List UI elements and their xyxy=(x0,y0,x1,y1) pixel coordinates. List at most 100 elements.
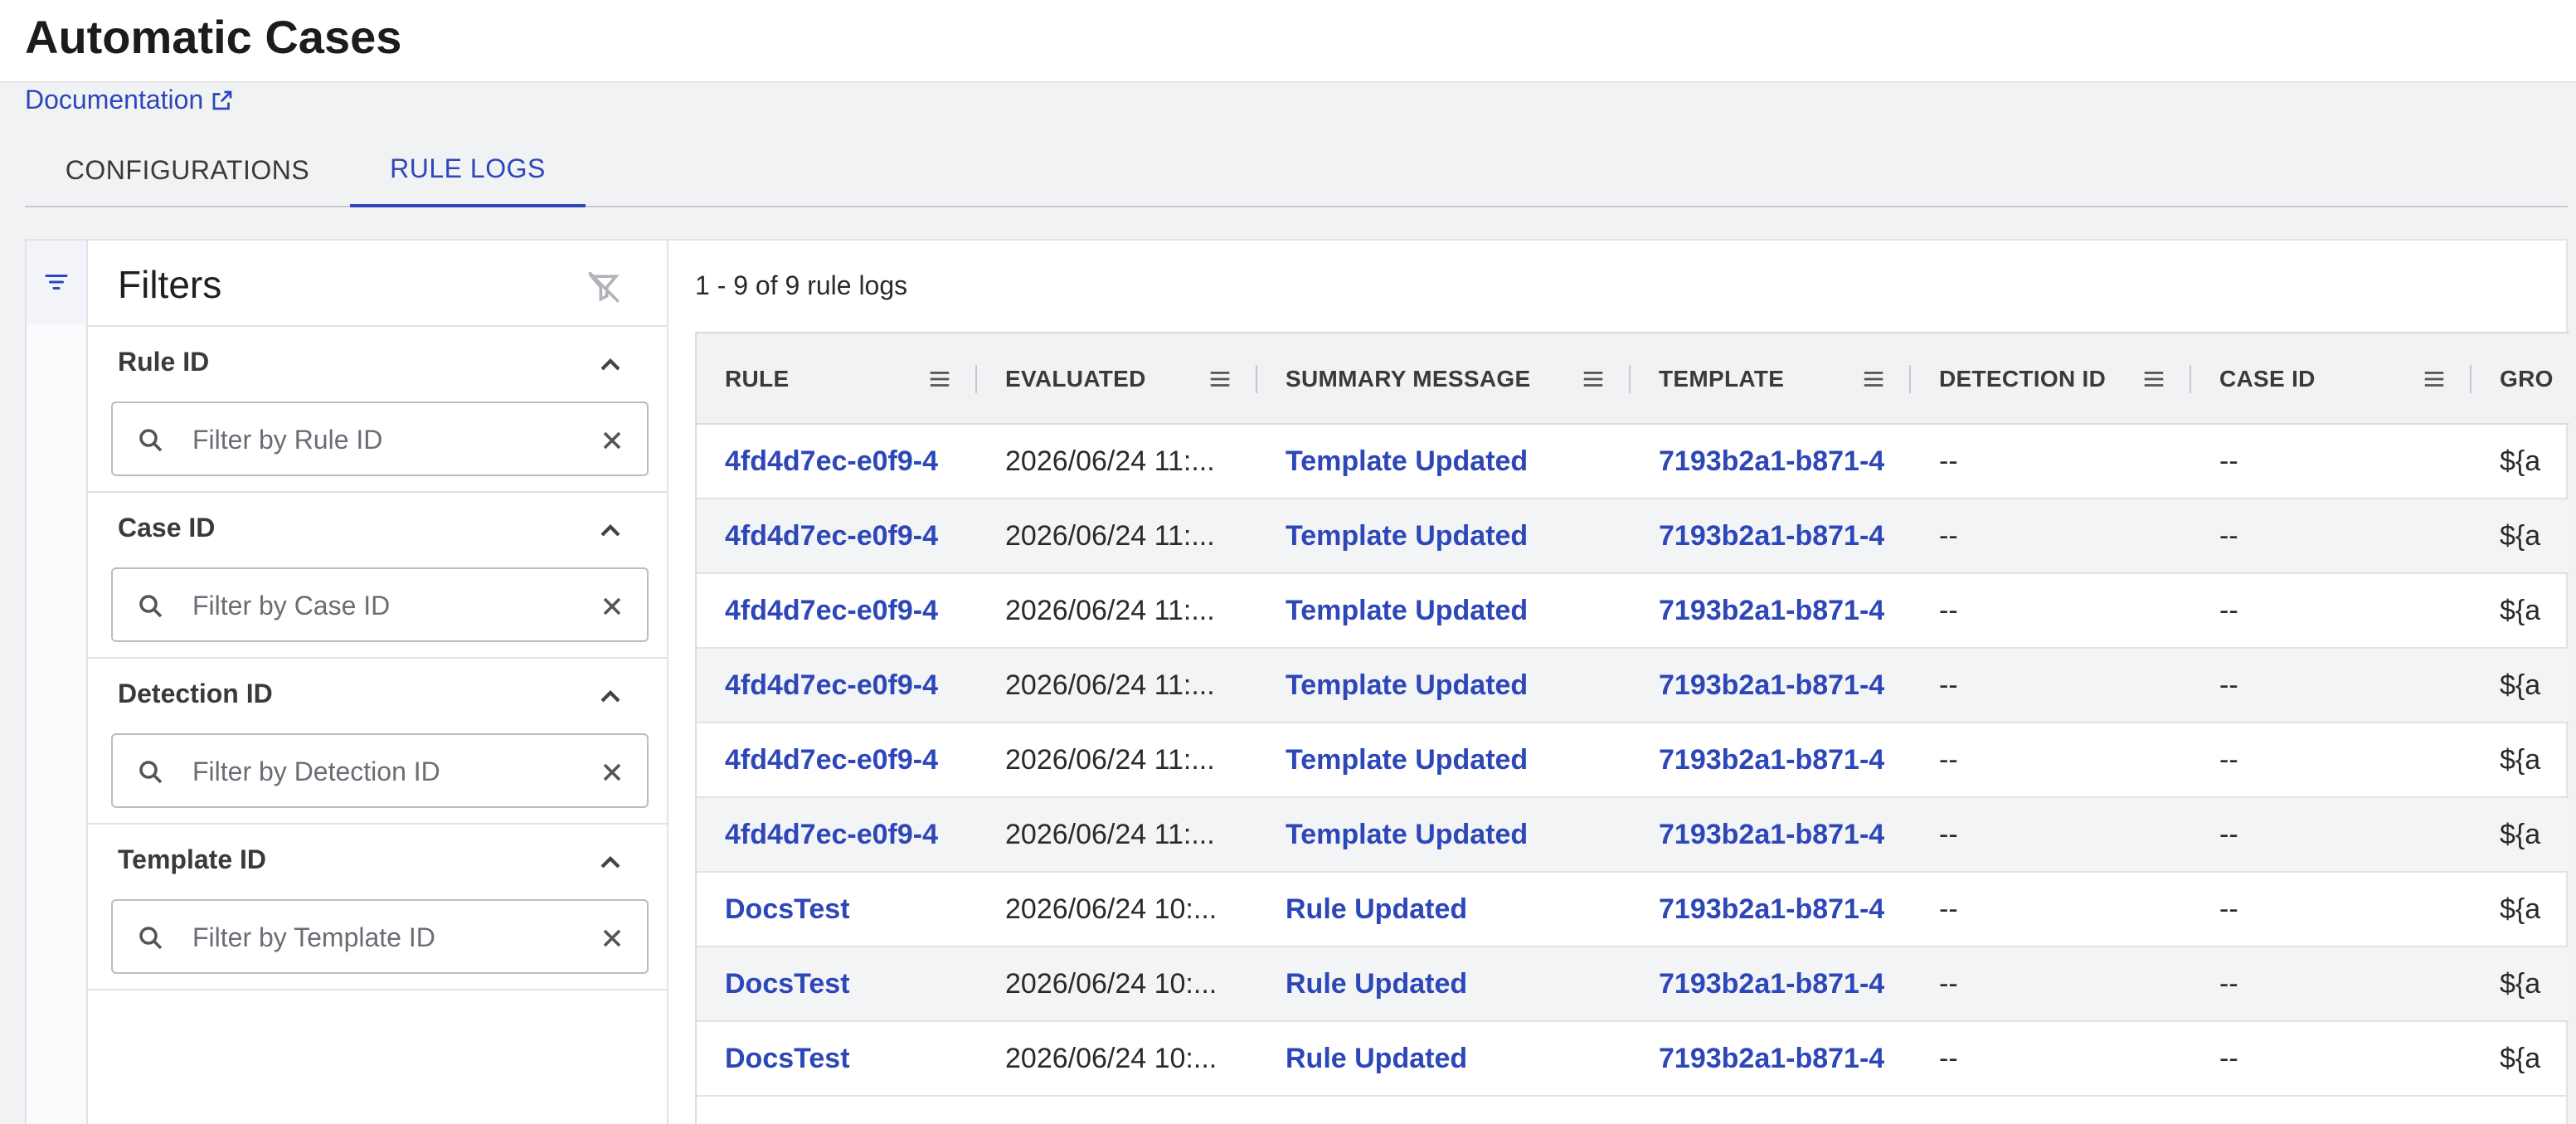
page-title: Automatic Cases xyxy=(25,11,402,63)
cell-summary-message[interactable]: Template Updated xyxy=(1257,649,1631,722)
close-icon[interactable] xyxy=(597,591,627,621)
tab-rule-logs[interactable]: RULE LOGS xyxy=(350,133,586,207)
cell-template[interactable]: 7193b2a1-b871-4 xyxy=(1631,499,1911,572)
column-header-detection-id[interactable]: DETECTION ID xyxy=(1911,333,2191,425)
chevron-up-icon[interactable] xyxy=(594,514,627,547)
template-id-filter-input[interactable] xyxy=(192,916,574,959)
detection-id-filter-input[interactable] xyxy=(192,750,574,793)
search-icon xyxy=(139,595,163,618)
cell-evaluated: 2026/06/24 10:... xyxy=(1005,893,1218,925)
cell-evaluated: 2026/06/24 10:... xyxy=(1005,1042,1218,1074)
rule-logs-panel: Filters Rule ID Case ID Detect xyxy=(25,239,2569,1124)
cell-template[interactable]: 7193b2a1-b871-4 xyxy=(1631,723,1911,796)
table-row[interactable]: 4fd4d7ec-e0f9-4 2026/06/24 11:... Template… xyxy=(697,798,2569,873)
table-row[interactable]: DocsTest 2026/06/24 10:... Rule Updated 719… xyxy=(697,873,2569,947)
filter-group-rule-id: Rule ID xyxy=(88,327,668,493)
table-row[interactable]: 4fd4d7ec-e0f9-4 2026/06/24 11:... Template… xyxy=(697,649,2569,723)
filter-group-case-id: Case ID xyxy=(88,493,668,659)
column-header-evaluated[interactable]: EVALUATED xyxy=(977,333,1257,425)
cell-template[interactable]: 7193b2a1-b871-4 xyxy=(1631,649,1911,722)
menu-icon[interactable] xyxy=(1861,367,1886,392)
cell-group: ${a xyxy=(2500,1042,2541,1074)
close-icon[interactable] xyxy=(597,426,627,455)
chevron-up-icon[interactable] xyxy=(594,846,627,879)
cell-summary-message[interactable]: Template Updated xyxy=(1257,425,1631,498)
cell-detection-id: -- xyxy=(1939,594,1958,626)
cell-rule[interactable]: DocsTest xyxy=(697,947,977,1020)
title-bar: Automatic Cases xyxy=(0,0,2576,83)
search-icon xyxy=(139,761,163,784)
cell-template[interactable]: 7193b2a1-b871-4 xyxy=(1631,1022,1911,1095)
cell-summary-message[interactable]: Rule Updated xyxy=(1257,1022,1631,1095)
filter-group-template-id: Template ID xyxy=(88,825,668,990)
cell-template[interactable]: 7193b2a1-b871-4 xyxy=(1631,574,1911,647)
table-row[interactable]: 4fd4d7ec-e0f9-4 2026/06/24 11:... Template… xyxy=(697,574,2569,649)
filter-label: Case ID xyxy=(118,513,216,543)
menu-icon[interactable] xyxy=(1581,367,1606,392)
table-row[interactable]: DocsTest 2026/06/24 10:... Rule Updated 719… xyxy=(697,947,2569,1022)
case-id-filter-input[interactable] xyxy=(192,584,574,627)
cell-detection-id: -- xyxy=(1939,519,1958,552)
cell-case-id: -- xyxy=(2219,519,2238,552)
column-header-rule[interactable]: RULE xyxy=(697,333,977,425)
menu-icon[interactable] xyxy=(2141,367,2166,392)
documentation-link-label: Documentation xyxy=(25,85,204,114)
cell-summary-message[interactable]: Template Updated xyxy=(1257,574,1631,647)
cell-rule[interactable]: 4fd4d7ec-e0f9-4 xyxy=(697,798,977,871)
column-header-label: GRO xyxy=(2500,366,2554,392)
cell-rule[interactable]: DocsTest xyxy=(697,873,977,946)
column-header-group[interactable]: GRO xyxy=(2472,333,2569,425)
cell-detection-id: -- xyxy=(1939,743,1958,776)
chevron-up-icon[interactable] xyxy=(594,348,627,382)
menu-icon[interactable] xyxy=(2422,367,2447,392)
cell-template[interactable]: 7193b2a1-b871-4 xyxy=(1631,798,1911,871)
cell-rule[interactable]: 4fd4d7ec-e0f9-4 xyxy=(697,649,977,722)
table-row[interactable]: DocsTest 2026/06/24 10:... Rule Updated 719… xyxy=(697,1022,2569,1097)
cell-template[interactable]: 7193b2a1-b871-4 xyxy=(1631,425,1911,498)
chevron-up-icon[interactable] xyxy=(594,680,627,713)
column-header-case-id[interactable]: CASE ID xyxy=(2191,333,2472,425)
cell-template[interactable]: 7193b2a1-b871-4 xyxy=(1631,873,1911,946)
menu-icon[interactable] xyxy=(927,367,952,392)
filter-off-icon[interactable] xyxy=(586,269,622,305)
cell-case-id: -- xyxy=(2219,893,2238,925)
cell-summary-message[interactable]: Template Updated xyxy=(1257,723,1631,796)
cell-rule[interactable]: 4fd4d7ec-e0f9-4 xyxy=(697,425,977,498)
table-header: RULE EVALUATED SUMMARY MESSAGE TEMPLATE DETE… xyxy=(697,333,2569,425)
cell-summary-message[interactable]: Template Updated xyxy=(1257,499,1631,572)
cell-rule[interactable]: DocsTest xyxy=(697,1022,977,1095)
menu-icon[interactable] xyxy=(1208,367,1232,392)
column-header-template[interactable]: TEMPLATE xyxy=(1631,333,1911,425)
table-row[interactable]: 4fd4d7ec-e0f9-4 2026/06/24 11:... Template… xyxy=(697,425,2569,499)
cell-case-id: -- xyxy=(2219,445,2238,477)
detection-id-filter-field xyxy=(111,733,649,808)
column-header-summary-message[interactable]: SUMMARY MESSAGE xyxy=(1257,333,1631,425)
rule-logs-table: RULE EVALUATED SUMMARY MESSAGE TEMPLATE DETE… xyxy=(695,332,2569,1124)
toggle-filters-button[interactable] xyxy=(27,241,86,324)
rule-id-filter-input[interactable] xyxy=(192,418,574,461)
cell-rule[interactable]: 4fd4d7ec-e0f9-4 xyxy=(697,723,977,796)
cell-template[interactable]: 7193b2a1-b871-4 xyxy=(1631,947,1911,1020)
tab-configurations[interactable]: CONFIGURATIONS xyxy=(25,133,350,207)
close-icon[interactable] xyxy=(597,757,627,787)
table-row[interactable]: 4fd4d7ec-e0f9-4 2026/06/24 11:... Template… xyxy=(697,499,2569,574)
search-icon xyxy=(139,927,163,950)
cell-summary-message[interactable]: Rule Updated xyxy=(1257,947,1631,1020)
cell-summary-message[interactable]: Template Updated xyxy=(1257,798,1631,871)
template-id-filter-field xyxy=(111,899,649,974)
cell-rule[interactable]: 4fd4d7ec-e0f9-4 xyxy=(697,574,977,647)
cell-group: ${a xyxy=(2500,818,2541,850)
table-row[interactable]: 4fd4d7ec-e0f9-4 2026/06/24 11:... Template… xyxy=(697,723,2569,798)
cell-group: ${a xyxy=(2500,967,2541,1000)
cell-rule[interactable]: 4fd4d7ec-e0f9-4 xyxy=(697,499,977,572)
cell-evaluated: 2026/06/24 11:... xyxy=(1005,743,1215,776)
filters-panel: Filters Rule ID Case ID Detect xyxy=(88,241,668,1124)
cell-case-id: -- xyxy=(2219,594,2238,626)
rule-id-filter-field xyxy=(111,401,649,476)
cell-summary-message[interactable]: Rule Updated xyxy=(1257,873,1631,946)
column-header-label: EVALUATED xyxy=(1005,366,1146,392)
cell-detection-id: -- xyxy=(1939,1042,1958,1074)
close-icon[interactable] xyxy=(597,923,627,953)
filter-label: Rule ID xyxy=(118,347,210,377)
documentation-link[interactable]: Documentation xyxy=(25,85,235,115)
